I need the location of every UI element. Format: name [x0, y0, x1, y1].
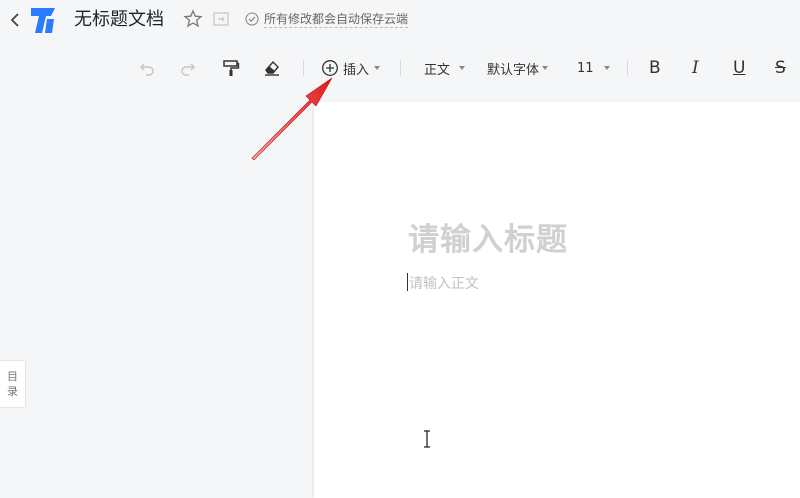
font-family-select[interactable]: 默认字体 [487, 56, 549, 80]
saved-check-icon [245, 12, 259, 26]
back-arrow-icon[interactable] [8, 11, 24, 29]
formatting-toolbar: 插入 正文 默认字体 11 B I U S [0, 46, 800, 90]
strikethrough-button[interactable]: S [775, 56, 786, 80]
underline-button[interactable]: U [733, 56, 745, 80]
header-bar: 无标题文档 所有修改都会自动保存云端 [0, 0, 800, 40]
text-cursor [407, 273, 408, 291]
font-size-value: 11 [577, 60, 594, 76]
paragraph-style-value: 正文 [424, 62, 451, 78]
italic-button[interactable]: I [692, 56, 699, 80]
toc-label: 录 [7, 385, 18, 398]
clear-format-button[interactable] [263, 56, 281, 80]
app-logo [31, 8, 55, 33]
chevron-down-icon [542, 66, 549, 70]
font-size-select[interactable]: 11 [577, 56, 610, 80]
document-title[interactable]: 无标题文档 [74, 8, 164, 32]
format-painter-button[interactable] [222, 56, 240, 80]
mouse-ibeam-cursor-icon [424, 430, 430, 448]
document-page[interactable]: 请输入标题 请输入正文 [314, 102, 800, 498]
save-status-text: 所有修改都会自动保存云端 [264, 12, 409, 28]
chevron-down-icon [603, 66, 610, 70]
toolbar-divider [303, 60, 304, 76]
bold-button[interactable]: B [649, 56, 661, 80]
redo-button[interactable] [179, 56, 197, 80]
insert-label: 插入 [343, 62, 370, 78]
toolbar-divider [400, 60, 401, 76]
undo-icon [140, 63, 154, 76]
title-placeholder[interactable]: 请输入标题 [408, 214, 568, 259]
paragraph-style-select[interactable]: 正文 [424, 56, 466, 80]
chevron-down-icon [459, 66, 466, 70]
plus-circle-icon [322, 60, 338, 76]
chevron-down-icon [374, 66, 381, 70]
body-placeholder[interactable]: 请输入正文 [409, 273, 479, 293]
star-icon[interactable] [183, 9, 203, 29]
toolbar-divider [627, 60, 628, 76]
format-painter-icon [223, 60, 240, 76]
redo-icon [181, 63, 195, 76]
font-family-value: 默认字体 [487, 62, 540, 78]
app-window: 无标题文档 所有修改都会自动保存云端 插入 正文 默认字体 11 B I U S… [0, 0, 800, 498]
undo-button[interactable] [138, 56, 156, 80]
insert-button[interactable]: 插入 [321, 56, 381, 80]
toc-label: 目 [7, 370, 18, 383]
toc-toggle-tab[interactable]: 目 录 [0, 360, 26, 408]
move-to-folder-icon[interactable] [211, 10, 231, 28]
eraser-icon [265, 60, 279, 76]
